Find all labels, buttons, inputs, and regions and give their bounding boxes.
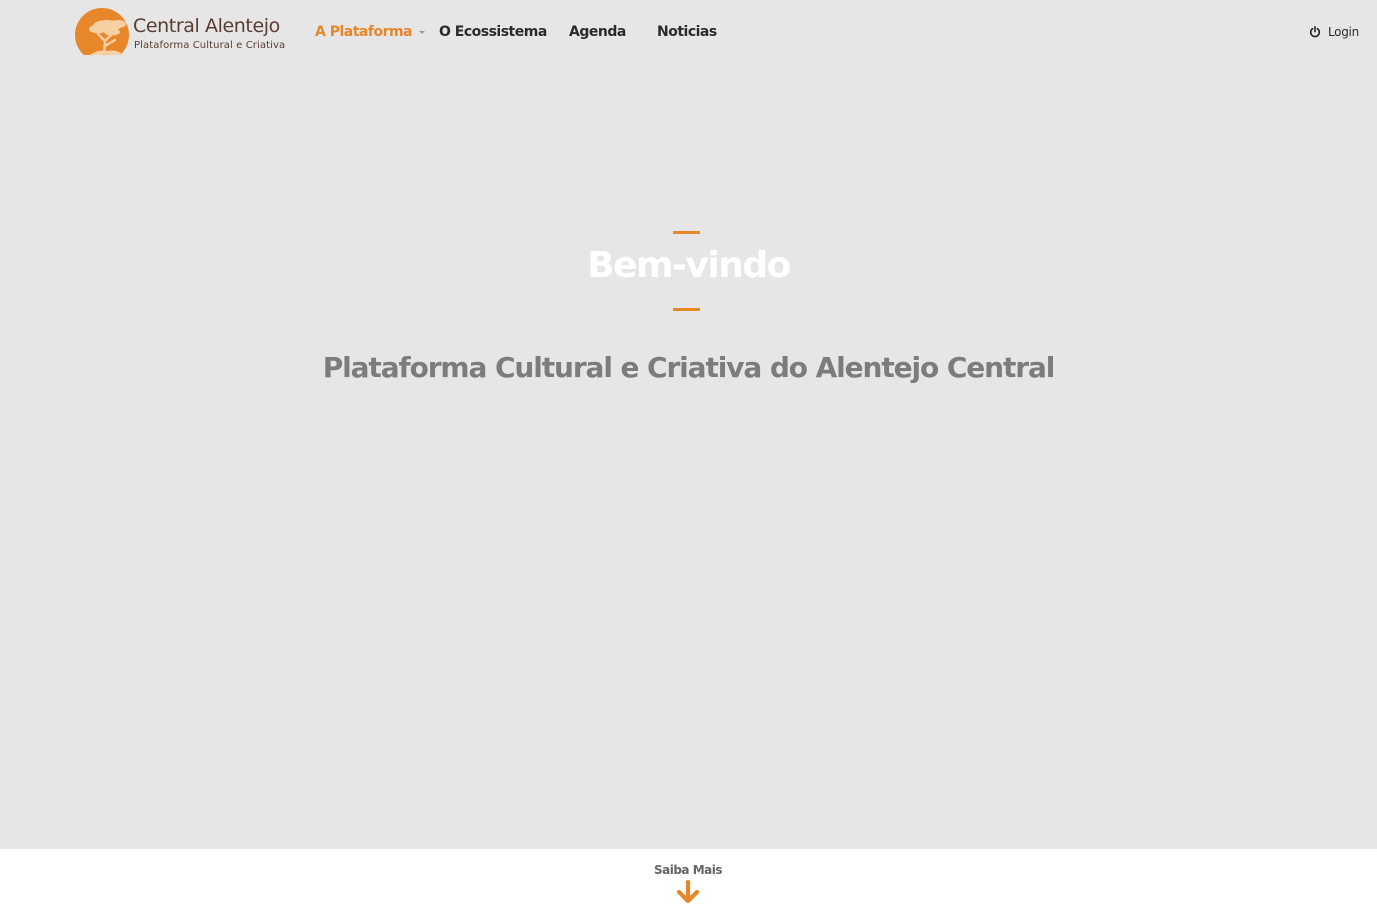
login-button[interactable]: Login: [1309, 22, 1359, 42]
saiba-mais-label: Saiba Mais: [653, 863, 723, 877]
sun-tree-icon: [75, 8, 129, 56]
caret-down-icon: [419, 30, 426, 34]
power-icon: [1309, 26, 1321, 38]
nav-item-noticias[interactable]: Noticias: [657, 21, 717, 43]
nav-item-label: A Plataforma: [315, 24, 413, 40]
nav-item-agenda[interactable]: Agenda: [569, 21, 626, 43]
hero-subheading: Plataforma Cultural e Criativa do Alente…: [322, 351, 1056, 384]
heading-rule-bottom: [673, 308, 700, 311]
brand-name: Central Alentejo: [133, 15, 280, 37]
nav-item-o-ecossistema[interactable]: O Ecossistema: [439, 21, 547, 43]
login-label: Login: [1328, 25, 1359, 39]
brand-subtitle: Plataforma Cultural e Criativa: [134, 40, 286, 51]
hero-heading: Bem-vindo: [587, 245, 791, 286]
saiba-mais-link[interactable]: Saiba Mais: [588, 860, 788, 910]
site-header: Central Alentejo Plataforma Cultural e C…: [0, 0, 1377, 64]
brand-logo[interactable]: Central Alentejo Plataforma Cultural e C…: [74, 8, 286, 58]
hero-section: [0, 0, 1377, 849]
arrow-down-icon: [676, 880, 700, 904]
heading-rule-top: [673, 231, 700, 234]
nav-item-a-plataforma[interactable]: A Plataforma: [315, 21, 426, 43]
